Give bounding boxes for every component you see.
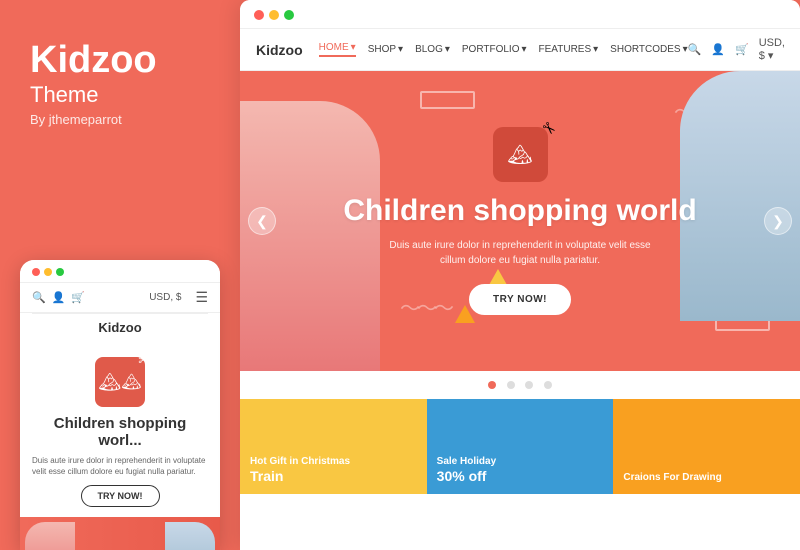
search-icon[interactable]: 🔍 [688, 43, 702, 56]
mobile-mockup: 🔍 👤 🛒 USD, $ ☰ Kidzoo 🏔 ✂ Children shopp… [20, 260, 220, 550]
right-panel: Kidzoo HOME ▾ SHOP ▾ BLOG ▾ PORTFOLIO ▾ … [240, 0, 800, 550]
user-icon[interactable]: 👤 [711, 43, 725, 56]
brand-author: By jthemeparrot [30, 112, 215, 127]
hero-next-arrow[interactable]: ❯ [764, 207, 792, 235]
product-card-train-label: Hot Gift in Christmas [250, 455, 417, 468]
product-card-sale-label: Sale Holiday [437, 455, 604, 468]
hero-subtitle: Duis aute irure dolor in reprehenderit i… [380, 238, 660, 268]
product-card-train-sub: Train [250, 468, 417, 484]
mobile-top-bar [20, 260, 220, 283]
browser-dot-red [254, 10, 264, 20]
mobile-currency: USD, $ [149, 292, 181, 303]
mobile-user-icon: 👤 [52, 291, 66, 304]
mobile-try-button[interactable]: TRY NOW! [81, 485, 160, 507]
browser-dot-yellow [269, 10, 279, 20]
nav-blog-chevron: ▾ [445, 44, 450, 55]
nav-features[interactable]: FEATURES ▾ [539, 42, 599, 57]
product-card-crayons-label: Craions For Drawing [623, 471, 790, 484]
mobile-hero-heading: Children shopping worl... [20, 415, 220, 455]
mobile-logo-area: 🏔 ✂ [20, 341, 220, 415]
nav-portfolio-chevron: ▾ [522, 44, 527, 55]
browser-dot-green [284, 10, 294, 20]
mobile-dot-green [56, 268, 64, 276]
nav-features-chevron: ▾ [593, 44, 598, 55]
mobile-hero-bg [20, 517, 220, 550]
mobile-dot-red [32, 268, 40, 276]
carousel-dot-3[interactable] [525, 381, 533, 389]
product-cards: Hot Gift in Christmas Train Sale Holiday… [240, 399, 800, 494]
brand-title: Kidzoo [30, 40, 215, 82]
mobile-kid-left [25, 522, 75, 550]
mobile-menu-icon[interactable]: ☰ [195, 289, 208, 306]
nav-home-chevron: ▾ [351, 42, 356, 53]
deco-rect-1 [420, 91, 475, 109]
hero-content: 🏔 ✂ Children shopping world Duis aute ir… [343, 127, 696, 315]
hero-scissors-icon: ✂ [537, 117, 561, 141]
product-card-sale-sub: 30% off [437, 468, 604, 484]
nav-shortcodes[interactable]: SHORTCODES ▾ [610, 42, 687, 57]
left-panel: Kidzoo Theme By jthemeparrot 🔍 👤 🛒 USD, … [0, 0, 245, 550]
browser-dots [254, 10, 294, 20]
mobile-scissors-icon: ✂ [138, 352, 150, 369]
hero-section: 〜〜〜 〜〜〜 ❮ 🏔 ✂ Children shopping world Du… [240, 71, 800, 371]
mobile-cta-area: TRY NOW! [20, 485, 220, 507]
nav-portfolio[interactable]: PORTFOLIO ▾ [462, 42, 527, 57]
cart-icon[interactable]: 🛒 [735, 43, 749, 56]
carousel-dot-4[interactable] [544, 381, 552, 389]
product-card-train[interactable]: Hot Gift in Christmas Train [240, 399, 427, 494]
product-card-crayons[interactable]: Craions For Drawing [613, 399, 800, 494]
hero-logo: 🏔 ✂ [493, 127, 548, 182]
kid-right-image [680, 71, 800, 321]
mobile-hero-text: Duis aute irure dolor in reprehenderit i… [20, 455, 220, 485]
mobile-kid-right [165, 522, 215, 550]
mobile-mountain-icon: 🏔 [121, 372, 141, 392]
mobile-dot-yellow [44, 268, 52, 276]
mobile-logo-icon: 🏔 ✂ [95, 357, 145, 407]
mobile-search-icon: 🔍 [32, 291, 46, 304]
hero-mountain-icon: 🏔 [507, 142, 532, 167]
mobile-cart-icon: 🛒 [71, 291, 85, 304]
brand-subtitle: Theme [30, 82, 215, 108]
carousel-dots [240, 371, 800, 399]
nav-blog[interactable]: BLOG ▾ [415, 42, 450, 57]
nav-shop[interactable]: SHOP ▾ [368, 42, 403, 57]
desktop-brand: Kidzoo [256, 42, 303, 58]
mobile-nav: 🔍 👤 🛒 USD, $ ☰ [20, 283, 220, 313]
hero-cta-button[interactable]: TRY NOW! [469, 284, 571, 315]
browser-bar [240, 0, 800, 29]
carousel-dot-2[interactable] [507, 381, 515, 389]
nav-shop-chevron: ▾ [398, 44, 403, 55]
desktop-navbar: Kidzoo HOME ▾ SHOP ▾ BLOG ▾ PORTFOLIO ▾ … [240, 29, 800, 71]
nav-icons-right: 🔍 👤 🛒 USD, $ ▾ [688, 37, 785, 62]
mobile-brand: Kidzoo [20, 314, 220, 341]
hero-title: Children shopping world [343, 194, 696, 228]
carousel-dot-1[interactable] [488, 381, 496, 389]
product-card-sale[interactable]: Sale Holiday 30% off [427, 399, 614, 494]
currency-selector[interactable]: USD, $ ▾ [759, 37, 785, 62]
hero-prev-arrow[interactable]: ❮ [248, 207, 276, 235]
nav-home[interactable]: HOME ▾ [319, 42, 356, 57]
currency-chevron: ▾ [768, 50, 774, 62]
nav-links: HOME ▾ SHOP ▾ BLOG ▾ PORTFOLIO ▾ FEATURE… [319, 42, 688, 57]
mobile-window-dots [32, 268, 64, 276]
